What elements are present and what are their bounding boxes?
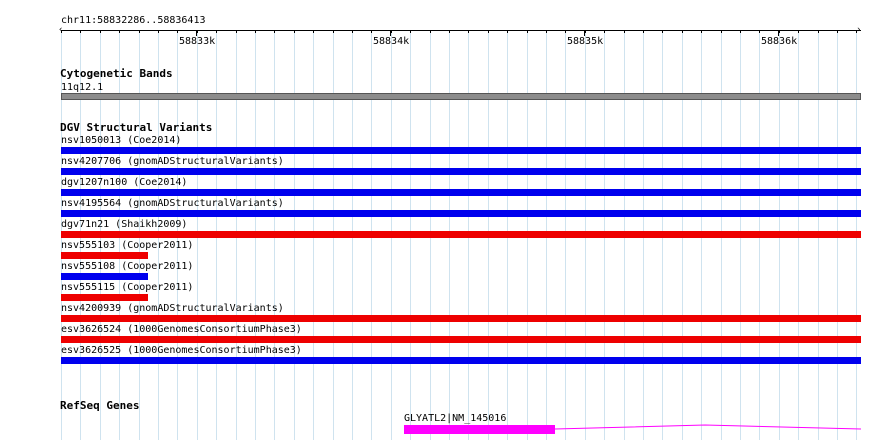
variant-feature[interactable] bbox=[61, 252, 148, 259]
variant-feature[interactable] bbox=[61, 315, 861, 322]
ruler-minor-tick bbox=[488, 30, 489, 33]
variant-label: esv3626525 (1000GenomesConsortiumPhase3) bbox=[61, 345, 302, 356]
ruler-minor-tick bbox=[468, 30, 469, 33]
variant-label: esv3626524 (1000GenomesConsortiumPhase3) bbox=[61, 324, 302, 335]
ruler-minor-tick bbox=[856, 30, 857, 33]
variant-label: nsv555103 (Cooper2011) bbox=[61, 240, 194, 251]
gene-label: GLYATL2|NM_145016 bbox=[404, 413, 507, 424]
ruler-minor-tick bbox=[255, 30, 256, 33]
variant-label: nsv555115 (Cooper2011) bbox=[61, 282, 194, 293]
ruler-minor-tick bbox=[294, 30, 295, 33]
ruler-minor-tick bbox=[61, 30, 62, 33]
ruler-minor-tick bbox=[236, 30, 237, 33]
ruler-minor-tick bbox=[177, 30, 178, 33]
ruler-minor-tick bbox=[565, 30, 566, 33]
ruler-minor-tick bbox=[798, 30, 799, 33]
ruler-minor-tick bbox=[313, 30, 314, 33]
variant-feature[interactable] bbox=[61, 147, 861, 154]
ruler-minor-tick bbox=[80, 30, 81, 33]
variant-label: nsv1050013 (Coe2014) bbox=[61, 135, 182, 146]
ruler-tick-label: 58835k bbox=[567, 36, 604, 47]
region-label: chr11:58832286..58836413 bbox=[61, 15, 206, 26]
ruler-minor-tick bbox=[216, 30, 217, 33]
ruler-minor-tick bbox=[391, 30, 392, 33]
variant-feature[interactable] bbox=[61, 168, 861, 175]
variant-label: nsv4200939 (gnomADStructuralVariants) bbox=[61, 303, 284, 314]
variant-feature[interactable] bbox=[61, 273, 148, 280]
ruler-minor-tick bbox=[430, 30, 431, 33]
variant-feature[interactable] bbox=[61, 336, 861, 343]
ruler-line bbox=[61, 30, 861, 31]
genome-browser-view[interactable]: chr11:58832286..58836413 ‹ › 58833k 5883… bbox=[0, 0, 890, 440]
variant-feature[interactable] bbox=[61, 189, 861, 196]
ruler-minor-tick bbox=[371, 30, 372, 33]
ruler-minor-tick bbox=[507, 30, 508, 33]
ruler-minor-tick bbox=[740, 30, 741, 33]
ruler-minor-tick bbox=[604, 30, 605, 33]
cytoband-bar[interactable] bbox=[61, 93, 861, 100]
variant-label: nsv4195564 (gnomADStructuralVariants) bbox=[61, 198, 284, 209]
cytoband-track-title: Cytogenetic Bands bbox=[60, 67, 173, 80]
gene-exon[interactable] bbox=[404, 425, 555, 434]
variant-label: nsv555108 (Cooper2011) bbox=[61, 261, 194, 272]
ruler-minor-tick bbox=[818, 30, 819, 33]
ruler-minor-tick bbox=[100, 30, 101, 33]
ruler-minor-tick bbox=[759, 30, 760, 33]
ruler-minor-tick bbox=[585, 30, 586, 33]
ruler-minor-tick bbox=[624, 30, 625, 33]
ruler-minor-tick bbox=[721, 30, 722, 33]
variant-feature[interactable] bbox=[61, 294, 148, 301]
ruler-minor-tick bbox=[333, 30, 334, 33]
ruler-minor-tick bbox=[119, 30, 120, 33]
ruler-minor-tick bbox=[158, 30, 159, 33]
ruler-minor-tick bbox=[662, 30, 663, 33]
gene-intron-line[interactable] bbox=[554, 420, 862, 432]
ruler-minor-tick bbox=[779, 30, 780, 33]
variant-label: dgv1207n100 (Coe2014) bbox=[61, 177, 188, 188]
variant-label: nsv4207706 (gnomADStructuralVariants) bbox=[61, 156, 284, 167]
ruler-tick-label: 58836k bbox=[761, 36, 798, 47]
ruler-tick-label: 58833k bbox=[179, 36, 216, 47]
ruler-minor-tick bbox=[837, 30, 838, 33]
cytoband-label: 11q12.1 bbox=[61, 82, 104, 93]
ruler-minor-tick bbox=[682, 30, 683, 33]
variant-label: dgv71n21 (Shaikh2009) bbox=[61, 219, 188, 230]
ruler-minor-tick bbox=[139, 30, 140, 33]
ruler-minor-tick bbox=[410, 30, 411, 33]
variant-feature[interactable] bbox=[61, 210, 861, 217]
dgv-track-title: DGV Structural Variants bbox=[60, 121, 213, 134]
ruler-minor-tick bbox=[274, 30, 275, 33]
variant-feature[interactable] bbox=[61, 231, 861, 238]
ruler-minor-tick bbox=[449, 30, 450, 33]
ruler-minor-tick bbox=[643, 30, 644, 33]
ruler-minor-tick bbox=[701, 30, 702, 33]
variant-feature[interactable] bbox=[61, 357, 861, 364]
refseq-track-title: RefSeq Genes bbox=[60, 399, 140, 412]
ruler-minor-tick bbox=[527, 30, 528, 33]
ruler-tick-label: 58834k bbox=[373, 36, 410, 47]
ruler-minor-tick bbox=[352, 30, 353, 33]
ruler-minor-tick bbox=[546, 30, 547, 33]
ruler-minor-tick bbox=[197, 30, 198, 33]
